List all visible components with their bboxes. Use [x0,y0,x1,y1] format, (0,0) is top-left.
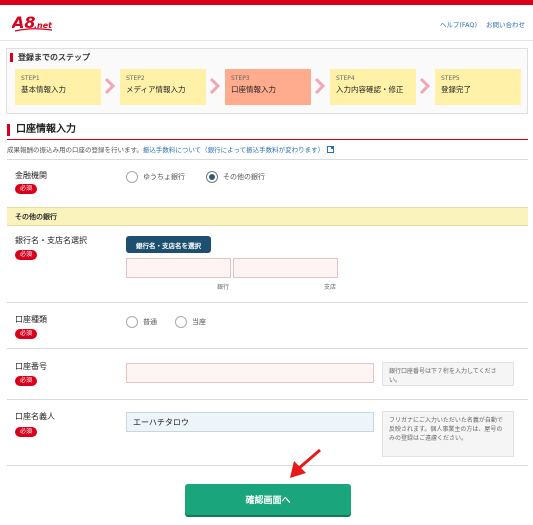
transfer-fee-link[interactable]: 振込手数料について（銀行によって振込手数料が変わります） [143,146,324,154]
required-badge: 必須 [15,427,38,437]
registration-steps-panel: 登録までのステップ STEP1 基本情報入力 STEP2 メディア情報入力 ST… [6,48,528,114]
other-bank-band-label: その他の銀行 [15,213,57,221]
account-holder-note: フリガナにご入力いただいた名義が自動で反映されます。個人事業主の方は、屋号のみの… [382,411,514,457]
bank-name-field[interactable] [126,258,231,278]
pointer-arrow-icon [290,448,321,478]
intro-text: 成果報酬の振込み用の口座の登録を行います。 [7,146,143,154]
required-badge: 必須 [15,376,38,386]
radio-label: 普通 [143,318,157,326]
radio-label: その他の銀行 [223,173,265,181]
branch-field-label: 支店 [324,284,337,291]
step-5: STEP5 登録完了 [435,69,521,105]
radio-other-bank[interactable]: その他の銀行 [206,171,265,183]
radio-current[interactable]: 当座 [175,316,206,328]
section-divider [7,139,528,140]
account-number-note: 銀行口座番号は下７桁を入力してください。 [382,362,514,386]
chevron-right-icon [105,78,115,94]
step-3: STEP3 口座情報入力 [225,69,311,105]
radio-ordinary[interactable]: 普通 [126,316,157,328]
step-number: STEP5 [441,75,460,82]
radio-circle[interactable] [126,171,138,183]
bank-field-label: 銀行 [217,284,230,291]
radio-circle[interactable] [175,316,187,328]
select-bank-branch-button[interactable]: 銀行名・支店名を選択 [126,236,211,253]
other-bank-band: その他の銀行 [7,207,528,226]
confirm-screen-button[interactable]: 確認画面へ [185,484,351,515]
header-links: ヘルプ(FAQ) お問い合わせ [440,19,525,29]
step-label: 入力内容確認・修正 [336,85,404,94]
external-link-icon [327,146,335,153]
chevron-right-icon [420,78,430,94]
step-2: STEP2 メディア情報入力 [120,69,206,105]
row-divider [7,302,528,303]
radio-label: ゆうちょ銀行 [143,173,185,181]
section-intro: 成果報酬の振込み用の口座の登録を行います。振込手数料について（銀行によって振込手… [7,144,335,154]
step-label: 登録完了 [441,85,471,94]
radio-circle-checked[interactable] [206,171,218,183]
top-brand-bar [0,0,533,5]
account-type-label: 口座種類 [15,315,47,324]
header-divider [0,40,533,41]
branch-name-field[interactable] [233,258,338,278]
steps-title: 登録までのステップ [10,53,90,62]
step-label: 基本情報入力 [21,85,66,94]
bank-branch-label: 銀行名・支店名選択 [15,236,87,245]
step-label: メディア情報入力 [126,85,186,94]
required-badge: 必須 [15,184,38,194]
row-divider [7,348,528,349]
contact-link[interactable]: お問い合わせ [486,19,525,29]
required-badge: 必須 [15,329,38,339]
step-label: 口座情報入力 [231,85,276,94]
step-4: STEP4 入力内容確認・修正 [330,69,416,105]
radio-circle[interactable] [126,316,138,328]
account-number-input[interactable] [126,363,374,383]
row-divider [7,399,528,400]
a8net-logo[interactable]: A8 .net [12,11,60,33]
help-faq-link[interactable]: ヘルプ(FAQ) [440,19,477,29]
step-number: STEP3 [231,75,250,82]
step-number: STEP4 [336,75,355,82]
radio-yucho-bank[interactable]: ゆうちょ銀行 [126,171,185,183]
required-badge: 必須 [15,250,38,260]
radio-label: 当座 [192,318,206,326]
chevron-right-icon [315,78,325,94]
bank-type-label: 金融機関 [15,171,47,180]
step-1: STEP1 基本情報入力 [15,69,101,105]
chevron-right-icon [210,78,220,94]
row-divider [7,159,528,160]
step-number: STEP2 [126,75,145,82]
account-number-label: 口座番号 [15,362,47,371]
section-title: 口座情報入力 [7,124,76,136]
account-holder-label: 口座名義人 [15,412,55,421]
step-number: STEP1 [21,75,40,82]
account-holder-input[interactable]: エーハチタロウ [126,412,374,432]
row-divider [7,465,528,466]
